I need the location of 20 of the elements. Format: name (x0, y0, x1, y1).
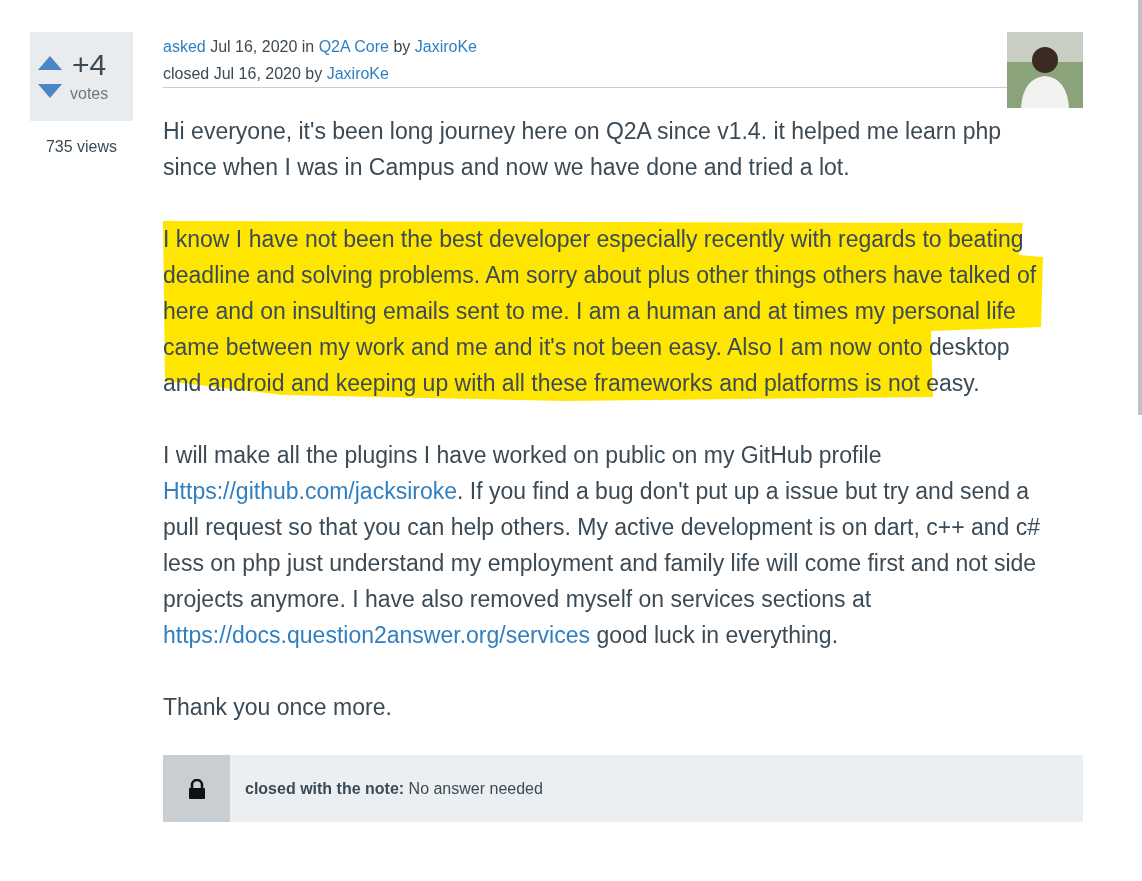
link[interactable]: JaxiroKe (414, 38, 477, 55)
link[interactable]: Https://github.com/jacksiroke (163, 478, 457, 504)
paragraph: Hi everyone, it's been long journey here on Q2A since v1.4. it helped me learn php since when I was in Campus and now we have done and tried a lot. (163, 117, 1003, 182)
post-meta: asked Jul 16, 2020 in Q2A Core by JaxiroKe (163, 37, 478, 57)
closed-note: closed with the note: No answer needed (245, 778, 543, 799)
link[interactable]: asked (163, 38, 206, 55)
view-count: 735 views (45, 137, 118, 157)
votes-label: votes (70, 83, 109, 104)
scrollbar[interactable] (1138, 0, 1142, 415)
downvote-icon[interactable] (38, 83, 62, 98)
link[interactable]: JaxiroKe (326, 65, 389, 82)
paragraph: I will make all the plugins I have worked on public on my GitHub profile Https://github.com/jacksiroke. If you find a bug don't put up a issue but try and send a pull request so that you can help others. My active development is on dart, c++ and c# less on php just understand my employment and family life will come first and not side projects anymore. I have also removed myself on services sections at https://docs.question2answer.org/services good luck in everything. (163, 441, 1042, 650)
link[interactable]: Q2A Core (318, 38, 389, 55)
lock-icon (188, 778, 205, 799)
link[interactable]: https://docs.question2answer.org/services (163, 622, 590, 648)
paragraph: Thank you once more. (163, 693, 393, 722)
upvote-icon[interactable] (38, 55, 62, 70)
vote-count: +4 (72, 47, 107, 82)
post-meta: closed Jul 16, 2020 by JaxiroKe (163, 64, 390, 84)
avatar[interactable] (1007, 32, 1083, 108)
